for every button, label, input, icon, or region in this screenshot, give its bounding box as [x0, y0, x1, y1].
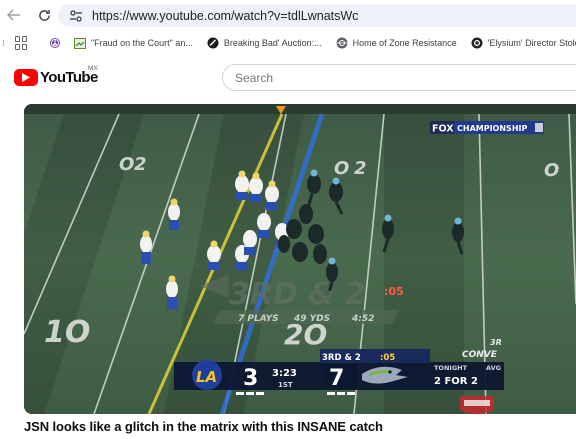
game-clock: 3:23: [272, 368, 297, 379]
yard-number: O: [334, 158, 349, 179]
youtube-logo[interactable]: YouTube: [14, 69, 98, 86]
bookmark-item[interactable]: Breaking Bad' Auction:...: [207, 37, 322, 49]
search-input[interactable]: [235, 70, 535, 85]
youtube-header: YouTube MX: [0, 58, 576, 98]
address-bar[interactable]: https://www.youtube.com/watch?v=tdlLwnat…: [58, 4, 576, 27]
side-line1: 3R: [490, 338, 502, 347]
bookmark-page-icon: [73, 37, 86, 49]
youtube-play-icon: [14, 69, 38, 86]
breaking-bad-icon: [207, 37, 219, 49]
yard-number: 2: [354, 158, 367, 179]
svg-text:LA: LA: [196, 368, 217, 386]
bookmark-label: Breaking Bad' Auction:...: [223, 38, 322, 48]
side-line2: CONVE: [462, 350, 498, 360]
country-code: MX: [88, 65, 98, 72]
plays-stat: 7 PLAYS: [238, 314, 279, 324]
away-score: 3: [243, 366, 258, 391]
yards-stat: 49 YDS: [293, 314, 330, 324]
nfl-shield-logo: [460, 396, 494, 414]
video-title: JSN looks like a glitch in the matrix wi…: [24, 419, 383, 434]
bookmark-item[interactable]: 'Elysium' Director Stole I...: [471, 37, 576, 49]
down-distance-text: 3RD & 2: [229, 277, 366, 312]
yard-number: O: [119, 154, 134, 175]
search-box[interactable]: [222, 64, 576, 91]
peace-bookmark[interactable]: [49, 37, 66, 49]
quarter: 1ST: [278, 381, 293, 389]
bookmarks-bar: ⁝ "Fraud on the Court" an... Breaking Ba…: [0, 31, 576, 55]
circle-logo-icon: [471, 37, 483, 49]
yard-number: O: [544, 160, 559, 181]
bookmark-item[interactable]: Home of Zone Resistance: [336, 37, 457, 49]
back-arrow-icon[interactable]: [2, 3, 26, 27]
fox-logo: FOX: [432, 124, 454, 135]
promo-line1: TONIGHT: [434, 364, 468, 372]
situation-clock: :05: [380, 353, 395, 363]
bookmark-label: 'Elysium' Director Stole I...: [487, 38, 576, 48]
drive-time-stat: 4:52: [351, 314, 374, 324]
yard-number: 1O: [44, 315, 90, 350]
promo-line1b: AVG: [486, 364, 501, 372]
globe-icon: [336, 37, 348, 49]
browser-toolbar: https://www.youtube.com/watch?v=tdlLwnat…: [0, 0, 576, 30]
tune-icon[interactable]: [66, 9, 86, 22]
situation-text: 3RD & 2: [322, 353, 361, 363]
yard-number: 2: [134, 154, 147, 175]
video-player[interactable]: O 2 O 2 O 1O 2O 3RD & 2 :05 7 PLAYS 49 Y…: [24, 104, 576, 414]
url-text[interactable]: https://www.youtube.com/watch?v=tdlLwnat…: [92, 9, 358, 23]
home-score: 7: [329, 366, 344, 391]
play-clock-overlay: :05: [384, 285, 404, 298]
fox-championship-badge: FOX CHAMPIONSHIP: [430, 121, 544, 135]
bookmark-label: "Fraud on the Court" an...: [90, 38, 193, 48]
peace-icon: [49, 37, 61, 49]
bookmark-item[interactable]: "Fraud on the Court" an...: [73, 37, 193, 49]
promo-line2: 2 FOR 2: [434, 376, 478, 387]
bookmark-label: Home of Zone Resistance: [352, 38, 457, 48]
bookmarks-overflow-icon[interactable]: ⁝: [2, 38, 5, 49]
video-frame[interactable]: O 2 O 2 O 1O 2O 3RD & 2 :05 7 PLAYS 49 Y…: [24, 104, 576, 414]
apps-grid-icon[interactable]: [14, 36, 27, 50]
reload-icon[interactable]: [32, 3, 56, 27]
championship-label: CHAMPIONSHIP: [457, 124, 527, 133]
